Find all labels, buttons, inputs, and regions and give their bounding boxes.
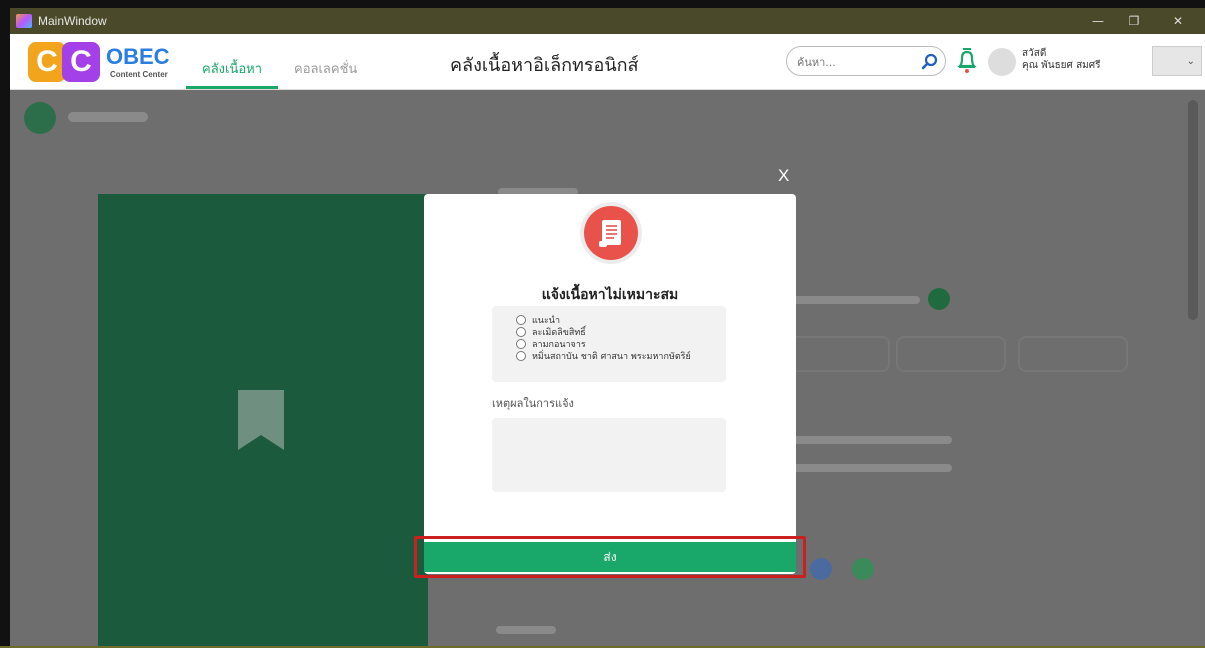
logo-brand: OBEC xyxy=(106,44,170,69)
radio-icon[interactable] xyxy=(516,350,526,361)
option-defamation[interactable]: หมิ่นสถาบัน ชาติ ศาสนา พระมหากษัตริย์ xyxy=(516,350,726,362)
report-dialog: แจ้งเนื้อหาไม่เหมาะสม แนะนำ ละเมิดลิขสิท… xyxy=(424,194,796,574)
search-icon[interactable] xyxy=(921,53,939,71)
minimize-button[interactable]: — xyxy=(1080,8,1116,34)
blurred-line-2 xyxy=(792,464,952,472)
blurred-share-dot-2 xyxy=(852,558,874,580)
app-icon xyxy=(16,14,32,28)
option-copyright[interactable]: ละเมิดลิขสิทธิ์ xyxy=(516,326,726,338)
modal-close-button[interactable]: X xyxy=(778,166,789,186)
blurred-button-2 xyxy=(896,336,1006,372)
active-tab-indicator xyxy=(186,86,278,89)
title-bar: MainWindow — ❐ ✕ xyxy=(10,8,1205,34)
option-label: หมิ่นสถาบัน ชาติ ศาสนา พระมหากษัตริย์ xyxy=(532,351,691,362)
notification-bell-icon[interactable] xyxy=(956,46,978,74)
search-input[interactable] xyxy=(797,53,907,71)
option-obscene[interactable]: ลามกอนาจาร xyxy=(516,338,726,350)
blurred-footer-text xyxy=(496,626,556,634)
report-options: แนะนำ ละเมิดลิขสิทธิ์ ลามกอนาจาร หมิ่นสถ… xyxy=(492,306,726,382)
chevron-down-icon: ⌄ xyxy=(1186,55,1195,67)
report-circle xyxy=(584,206,638,260)
radio-icon[interactable] xyxy=(516,326,526,337)
blurred-line-1 xyxy=(792,436,952,444)
blurred-share-dot-1 xyxy=(810,558,832,580)
content-backdrop: X แจ้งเนื้อหาไม่เหมาะสม แนะนำ ละเมิดลิขส… xyxy=(10,90,1205,648)
report-icon-badge xyxy=(580,202,642,264)
blurred-dot xyxy=(928,288,950,310)
tab-content-library[interactable]: คลังเนื้อหา xyxy=(202,58,262,79)
restore-button[interactable]: ❐ xyxy=(1116,8,1152,34)
logo-subtitle: Content Center xyxy=(110,70,168,79)
search-box xyxy=(786,46,946,76)
option-recommend[interactable]: แนะนำ xyxy=(516,314,726,326)
radio-icon[interactable] xyxy=(516,338,526,349)
tab-collection[interactable]: คอลเลคชั่น xyxy=(294,58,357,79)
blurred-button-3 xyxy=(1018,336,1128,372)
radio-icon[interactable] xyxy=(516,314,526,325)
user-name: คุณ พันธยศ สมศรี xyxy=(1022,60,1101,71)
dialog-title: แจ้งเนื้อหาไม่เหมาะสม xyxy=(541,287,679,303)
blurred-avatar xyxy=(24,102,56,134)
app-header: C C OBEC Content Center คลังเนื้อหา คอลเ… xyxy=(10,34,1205,90)
reason-textarea[interactable] xyxy=(492,418,726,492)
reason-label: เหตุผลในการแจ้ง xyxy=(492,397,574,410)
page-title: คลังเนื้อหาอิเล็กทรอนิกส์ xyxy=(450,55,639,76)
obec-logo[interactable]: C C OBEC Content Center xyxy=(24,38,174,86)
blurred-name xyxy=(68,112,148,122)
app-window: MainWindow — ❐ ✕ C C OBEC Content Center… xyxy=(0,0,1205,648)
close-window-button[interactable]: ✕ xyxy=(1160,8,1196,34)
scrollbar[interactable] xyxy=(1188,100,1198,320)
logo-c2: C xyxy=(62,42,100,82)
blurred-meta xyxy=(790,296,920,304)
user-menu-dropdown[interactable]: ⌄ xyxy=(1152,46,1202,76)
window-title: MainWindow xyxy=(38,14,107,28)
logo-c1: C xyxy=(28,42,66,82)
submit-button[interactable]: ส่ง xyxy=(424,542,796,572)
user-greeting: สวัสดี คุณ พันธยศ สมศรี xyxy=(1022,48,1100,72)
blurred-button-1 xyxy=(790,336,890,372)
user-avatar[interactable] xyxy=(988,48,1016,76)
document-icon xyxy=(599,220,621,247)
greeting-text: สวัสดี xyxy=(1022,48,1047,59)
